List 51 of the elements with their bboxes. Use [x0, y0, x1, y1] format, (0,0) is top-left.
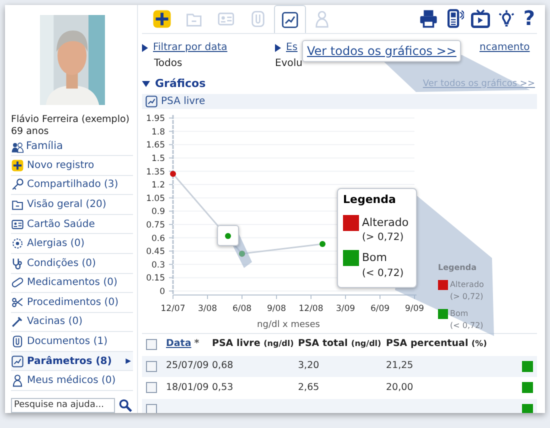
- axis-label: 1.05: [146, 193, 165, 204]
- legend-range: (< 0,72): [361, 266, 405, 280]
- axis-label: 0.75: [146, 220, 165, 230]
- axis-label: 0: [160, 286, 165, 296]
- chart-title: PSA livre: [161, 94, 206, 108]
- table-cell-text: 18/01/09: [166, 380, 210, 395]
- filter-date-value: Todos: [153, 57, 184, 71]
- axis-label: 0.15: [146, 273, 165, 284]
- column-header: PSA total (ng/dl): [298, 337, 382, 352]
- axis-label: 12/07: [160, 304, 186, 314]
- axis-label: 0.6: [151, 233, 165, 244]
- axis-label: 1.8: [151, 126, 165, 137]
- axis-label: 1.95: [146, 114, 165, 124]
- legend-title: Legenda: [343, 192, 397, 208]
- legend-title: Legenda: [438, 262, 478, 274]
- axis-label: 0.45: [146, 246, 165, 257]
- axis-label: 9/08: [266, 304, 286, 314]
- table-cell-text: 20,00: [386, 380, 414, 395]
- column-header: PSA livre (ng/dl): [212, 337, 295, 352]
- table-cell-text: 0,53: [212, 380, 234, 395]
- axis-label: 0.3: [151, 260, 165, 270]
- legend-range: (> 0,72): [449, 291, 484, 303]
- legend-label: Alterado: [450, 279, 484, 291]
- axis-title: ng/dl x meses: [257, 320, 320, 330]
- patient-age: 69 anos: [11, 126, 50, 138]
- axis-label: 3/08: [198, 304, 218, 314]
- table-cell-text: 25/07/09: [166, 359, 210, 374]
- table-cell-text: 21,25: [386, 359, 414, 374]
- axis-label: 1.65: [146, 140, 165, 150]
- patient-name: Flávio Ferreira (exemplo): [11, 114, 130, 126]
- axis-label: 1.2: [151, 180, 165, 190]
- legend-label: Bom: [450, 308, 468, 320]
- table-cell-text: 3,20: [298, 359, 320, 374]
- sort-mark: *: [194, 337, 200, 352]
- legend-range: (< 0,72): [449, 320, 484, 332]
- axis-label: 6/08: [232, 304, 252, 314]
- legend-range: (> 0,72): [361, 231, 405, 244]
- axis-label: 9/09: [404, 304, 424, 314]
- axis-label: 3/09: [336, 304, 356, 314]
- section-title: Gráficos: [155, 76, 206, 92]
- column-header: PSA percentual (%): [386, 337, 488, 352]
- legend-label: Bom: [362, 250, 387, 266]
- axis-label: 1.35: [146, 166, 165, 177]
- table-cell-text: 2,65: [298, 380, 320, 395]
- axis-label: 12/08: [298, 304, 324, 314]
- filter-value: Evolu: [275, 57, 304, 71]
- table-cell-text: 0,68: [212, 359, 234, 374]
- axis-label: 0.9: [151, 206, 165, 217]
- axis-label: 6/09: [370, 304, 390, 314]
- legend-label: Alterado: [362, 214, 409, 230]
- axis-label: 1.5: [151, 153, 165, 164]
